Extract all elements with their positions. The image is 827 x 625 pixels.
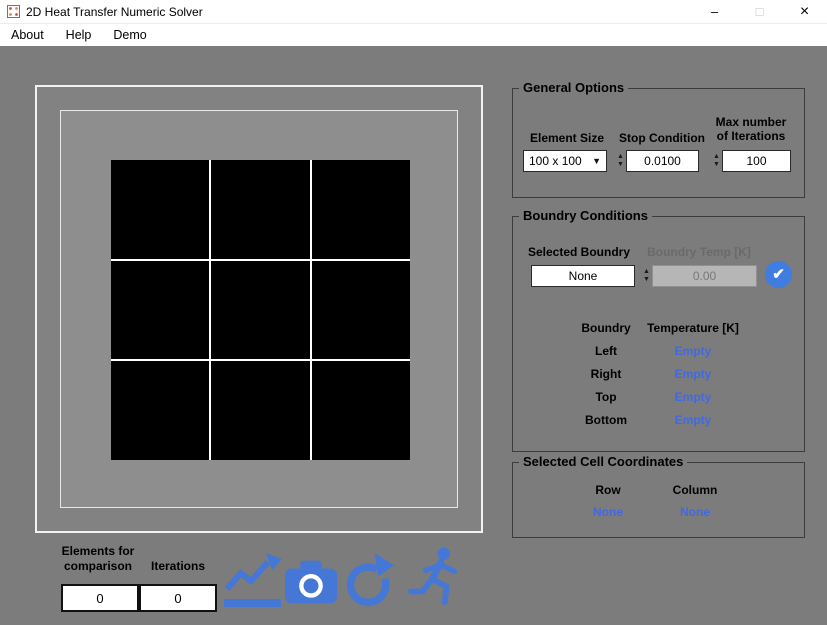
elements-comparison-label-line2: comparison bbox=[52, 559, 144, 574]
column-header: Column bbox=[640, 479, 750, 501]
boundry-conditions-title: Boundry Conditions bbox=[519, 208, 652, 223]
grid-cell[interactable] bbox=[312, 261, 410, 360]
grid-cell[interactable] bbox=[111, 160, 209, 259]
camera-icon bbox=[284, 557, 338, 607]
window-controls: – □ × bbox=[692, 0, 827, 23]
boundry-table-header: Boundry Temperature [K] bbox=[513, 317, 804, 340]
heat-grid bbox=[111, 160, 410, 460]
selected-boundry-label: Selected Boundry bbox=[521, 245, 637, 259]
boundry-temp-value: Empty bbox=[638, 340, 748, 363]
grid-cell[interactable] bbox=[111, 361, 209, 460]
max-iterations-label: Max number of Iterations bbox=[705, 115, 797, 143]
boundry-temp-value: Empty bbox=[638, 363, 748, 386]
trend-chart-icon bbox=[224, 553, 282, 609]
boundry-temp-spin-down: ▼ bbox=[641, 276, 652, 284]
grid-cell[interactable] bbox=[211, 361, 309, 460]
selected-cell-group: Selected Cell Coordinates Row Column Non… bbox=[512, 462, 805, 538]
snapshot-button[interactable] bbox=[284, 557, 338, 607]
max-iterations-spinner: ▲ ▼ 100 bbox=[711, 150, 791, 172]
boundry-conditions-group: Boundry Conditions Selected Boundry Boun… bbox=[512, 216, 805, 452]
max-iterations-label-line2: of Iterations bbox=[705, 129, 797, 143]
boundry-table: Boundry Temperature [K] Left Empty Right… bbox=[513, 317, 804, 432]
stop-condition-spin-up[interactable]: ▲ bbox=[615, 153, 626, 161]
boundry-temp-input: 0.00 bbox=[652, 265, 757, 287]
elements-comparison-label: Elements for comparison bbox=[52, 544, 144, 574]
selected-cell-header-row: Row Column bbox=[513, 479, 804, 501]
general-options-title: General Options bbox=[519, 80, 628, 95]
check-icon: ✔ bbox=[772, 267, 785, 282]
element-size-select[interactable]: 100 x 100 ▼ bbox=[523, 150, 607, 172]
menu-bar: About Help Demo bbox=[0, 23, 827, 46]
title-bar: 2D Heat Transfer Numeric Solver – □ × bbox=[0, 0, 827, 23]
general-options-group: General Options Element Size Stop Condit… bbox=[512, 88, 805, 198]
elements-comparison-input[interactable]: 0 bbox=[61, 584, 139, 612]
grid-cell[interactable] bbox=[111, 261, 209, 360]
elements-comparison-label-line1: Elements for bbox=[52, 544, 144, 559]
table-row: Left Empty bbox=[513, 340, 804, 363]
temperature-column-header: Temperature [K] bbox=[638, 317, 748, 340]
selected-cell-title: Selected Cell Coordinates bbox=[519, 454, 687, 469]
refresh-icon bbox=[344, 551, 396, 611]
max-iterations-spin-down[interactable]: ▼ bbox=[711, 161, 722, 169]
stop-condition-label: Stop Condition bbox=[613, 131, 711, 145]
iterations-input[interactable]: 0 bbox=[139, 584, 217, 612]
selected-cell-table: Row Column None None bbox=[513, 479, 804, 523]
grid-cell[interactable] bbox=[211, 160, 309, 259]
minimize-button[interactable]: – bbox=[692, 0, 737, 23]
grid-cell[interactable] bbox=[312, 361, 410, 460]
menu-item-about[interactable]: About bbox=[0, 25, 55, 45]
selected-cell-value-row: None None bbox=[513, 501, 804, 523]
boundry-temp-label: Boundry Temp [K] bbox=[641, 245, 757, 259]
chevron-down-icon: ▼ bbox=[592, 156, 601, 166]
runner-icon bbox=[408, 545, 466, 609]
window-title: 2D Heat Transfer Numeric Solver bbox=[26, 5, 203, 19]
boundry-temp-spinner: ▲ ▼ 0.00 bbox=[641, 265, 757, 287]
selected-column-value: None bbox=[640, 501, 750, 523]
max-iterations-label-line1: Max number bbox=[705, 115, 797, 129]
maximize-button[interactable]: □ bbox=[737, 0, 782, 23]
grid-cell[interactable] bbox=[312, 160, 410, 259]
element-size-value: 100 x 100 bbox=[529, 154, 582, 168]
close-button[interactable]: × bbox=[782, 0, 827, 23]
boundry-temp-spin-up: ▲ bbox=[641, 268, 652, 276]
menu-item-demo[interactable]: Demo bbox=[102, 25, 157, 45]
plot-figure bbox=[35, 85, 483, 533]
plot-button[interactable] bbox=[224, 553, 282, 609]
boundry-temp-value: Empty bbox=[638, 409, 748, 432]
apply-boundry-button[interactable]: ✔ bbox=[765, 261, 792, 288]
selected-boundry-select[interactable]: None bbox=[531, 265, 635, 287]
iterations-label: Iterations bbox=[142, 559, 214, 574]
app-icon bbox=[7, 5, 20, 18]
max-iterations-spin-up[interactable]: ▲ bbox=[711, 153, 722, 161]
stop-condition-spinner: ▲ ▼ 0.0100 bbox=[615, 150, 699, 172]
boundry-temp-value: Empty bbox=[638, 386, 748, 409]
max-iterations-input[interactable]: 100 bbox=[722, 150, 791, 172]
table-row: Bottom Empty bbox=[513, 409, 804, 432]
grid-cell[interactable] bbox=[211, 261, 309, 360]
run-button[interactable] bbox=[408, 545, 466, 609]
stop-condition-spin-down[interactable]: ▼ bbox=[615, 161, 626, 169]
plot-axes bbox=[60, 110, 458, 508]
menu-item-help[interactable]: Help bbox=[55, 25, 103, 45]
element-size-label: Element Size bbox=[521, 131, 613, 145]
table-row: Right Empty bbox=[513, 363, 804, 386]
reset-button[interactable] bbox=[344, 551, 396, 611]
application-window: { "window": { "title": "2D Heat Transfer… bbox=[0, 0, 827, 625]
table-row: Top Empty bbox=[513, 386, 804, 409]
stop-condition-input[interactable]: 0.0100 bbox=[626, 150, 699, 172]
